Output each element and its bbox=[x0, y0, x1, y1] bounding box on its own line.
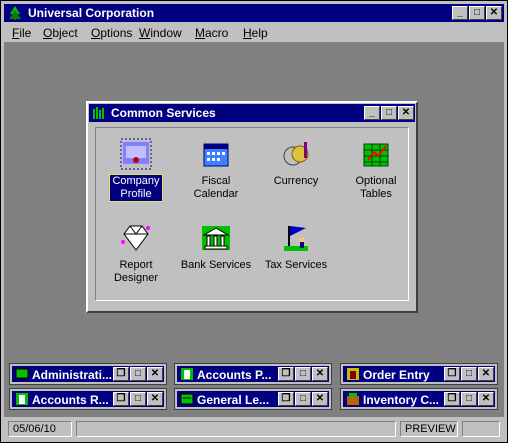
close-button[interactable]: ✕ bbox=[312, 367, 328, 381]
icon-fiscal-calendar[interactable]: Fiscal Calendar bbox=[176, 138, 256, 201]
close-button[interactable]: ✕ bbox=[478, 392, 494, 406]
icon-label: Bank Services bbox=[180, 259, 252, 271]
application-window: Universal Corporation _ □ ✕ File Object … bbox=[0, 0, 508, 443]
app-title-bar[interactable]: Universal Corporation _ □ ✕ bbox=[4, 4, 504, 22]
menu-options[interactable]: Options bbox=[91, 26, 132, 40]
minimized-window-accounts-payable[interactable]: Accounts P... ❐ □ ✕ bbox=[174, 363, 332, 385]
menu-help[interactable]: Help bbox=[243, 26, 268, 40]
icon-area: Company Profile Fiscal Calendar Currency… bbox=[95, 127, 409, 301]
mdi-workspace: Common Services _ □ ✕ Company Profile Fi… bbox=[4, 42, 504, 417]
close-button[interactable]: ✕ bbox=[312, 392, 328, 406]
coins-icon bbox=[283, 142, 309, 166]
maximize-button[interactable]: □ bbox=[461, 367, 477, 381]
menu-object[interactable]: Object bbox=[43, 26, 78, 40]
diamond-icon bbox=[121, 225, 150, 251]
common-services-window: Common Services _ □ ✕ Company Profile Fi… bbox=[86, 101, 418, 313]
bank-icon bbox=[202, 226, 230, 250]
child-minimize-button[interactable]: _ bbox=[364, 106, 380, 120]
restore-button[interactable]: ❐ bbox=[113, 367, 129, 381]
icon-bank-services[interactable]: Bank Services bbox=[176, 222, 256, 272]
icon-company-profile[interactable]: Company Profile bbox=[96, 138, 176, 202]
minimized-window-inventory-control[interactable]: Inventory C... ❐ □ ✕ bbox=[340, 388, 498, 410]
minimized-window-order-entry[interactable]: Order Entry ❐ □ ✕ bbox=[340, 363, 498, 385]
window-icon bbox=[15, 368, 29, 380]
icon-tax-services[interactable]: Tax Services bbox=[256, 222, 336, 272]
icon-optional-tables[interactable]: Optional Tables bbox=[336, 138, 416, 201]
icon-label: Tax Services bbox=[264, 259, 328, 271]
restore-button[interactable]: ❐ bbox=[278, 392, 294, 406]
status-bar: 05/06/10 PREVIEW bbox=[4, 420, 504, 440]
company-profile-icon bbox=[120, 138, 152, 170]
child-close-button[interactable]: ✕ bbox=[398, 106, 414, 120]
maximize-button[interactable]: □ bbox=[295, 367, 311, 381]
window-icon bbox=[16, 393, 28, 405]
close-button[interactable]: ✕ bbox=[147, 367, 163, 381]
maximize-button[interactable]: □ bbox=[130, 392, 146, 406]
minimize-button[interactable]: _ bbox=[452, 6, 468, 20]
window-icon bbox=[180, 393, 194, 405]
menu-window[interactable]: Window bbox=[139, 26, 182, 40]
status-mode: PREVIEW bbox=[400, 421, 458, 437]
child-title: Common Services bbox=[111, 106, 216, 120]
close-button[interactable]: ✕ bbox=[486, 6, 502, 20]
minimized-window-accounts-receivable[interactable]: Accounts R... ❐ □ ✕ bbox=[9, 388, 167, 410]
icon-currency[interactable]: Currency bbox=[256, 138, 336, 188]
minimized-window-administration[interactable]: Administrati... ❐ □ ✕ bbox=[9, 363, 167, 385]
tables-icon bbox=[363, 143, 389, 167]
maximize-button[interactable]: □ bbox=[130, 367, 146, 381]
icon-label: Report Designer bbox=[113, 259, 159, 284]
restore-button[interactable]: ❐ bbox=[444, 367, 460, 381]
restore-button[interactable]: ❐ bbox=[113, 392, 129, 406]
window-icon bbox=[347, 368, 359, 380]
minimized-window-general-ledger[interactable]: General Le... ❐ □ ✕ bbox=[174, 388, 332, 410]
menu-file[interactable]: File bbox=[12, 26, 31, 40]
icon-label: Currency bbox=[273, 175, 319, 187]
icon-label: Optional Tables bbox=[355, 175, 397, 200]
window-icon bbox=[93, 107, 104, 119]
flag-icon bbox=[284, 226, 308, 251]
maximize-button[interactable]: □ bbox=[295, 392, 311, 406]
restore-button[interactable]: ❐ bbox=[444, 392, 460, 406]
calendar-icon bbox=[203, 143, 229, 167]
menu-bar: File Object Options Window Macro Help bbox=[4, 23, 504, 41]
maximize-button[interactable]: □ bbox=[461, 392, 477, 406]
menu-macro[interactable]: Macro bbox=[195, 26, 228, 40]
icon-label: Fiscal Calendar bbox=[193, 175, 239, 200]
restore-button[interactable]: ❐ bbox=[278, 367, 294, 381]
maximize-button[interactable]: □ bbox=[469, 6, 485, 20]
app-title: Universal Corporation bbox=[28, 6, 155, 20]
child-title-bar[interactable]: Common Services _ □ ✕ bbox=[89, 104, 415, 122]
icon-report-designer[interactable]: Report Designer bbox=[96, 222, 176, 285]
close-button[interactable]: ✕ bbox=[478, 367, 494, 381]
status-message bbox=[76, 421, 396, 437]
app-logo-icon bbox=[9, 6, 21, 20]
window-icon bbox=[347, 393, 359, 405]
window-icon bbox=[181, 368, 193, 380]
icon-label: Company Profile bbox=[109, 174, 163, 202]
status-date: 05/06/10 bbox=[8, 421, 72, 437]
child-maximize-button[interactable]: □ bbox=[381, 106, 397, 120]
close-button[interactable]: ✕ bbox=[147, 392, 163, 406]
status-extra bbox=[462, 421, 500, 437]
